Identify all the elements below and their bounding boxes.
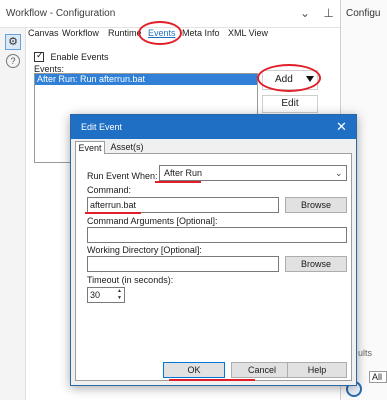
edit-button[interactable]: Edit bbox=[262, 95, 318, 113]
working-directory-label: Working Directory [Optional]: bbox=[87, 245, 202, 255]
run-event-when-select[interactable]: After Run bbox=[159, 165, 347, 181]
browse-directory-button[interactable]: Browse bbox=[285, 256, 347, 272]
help-icon[interactable]: ? bbox=[6, 54, 20, 68]
ok-button[interactable]: OK bbox=[163, 362, 225, 378]
enable-events-row[interactable]: Enable Events bbox=[34, 50, 109, 62]
close-icon[interactable]: ✕ bbox=[336, 119, 347, 135]
enable-events-checkbox[interactable] bbox=[34, 50, 44, 62]
tab-event[interactable]: Event bbox=[75, 141, 105, 154]
help-button[interactable]: Help bbox=[287, 362, 347, 378]
left-toolstrip bbox=[0, 28, 26, 400]
collapse-icon[interactable]: ⌄ bbox=[300, 6, 310, 20]
tab-workflow[interactable]: Workflow bbox=[62, 28, 99, 38]
annotation-underline-run-when bbox=[155, 181, 201, 183]
run-event-when-label: Run Event When: bbox=[87, 171, 158, 181]
spin-down-icon[interactable]: ▼ bbox=[117, 295, 122, 301]
tab-runtime[interactable]: Runtime bbox=[108, 28, 142, 38]
right-pane-all-button[interactable]: All bbox=[369, 371, 387, 383]
right-pane-title: Configu bbox=[346, 8, 381, 19]
working-directory-input[interactable] bbox=[87, 256, 279, 272]
browse-command-button[interactable]: Browse bbox=[285, 197, 347, 213]
chevron-down-icon[interactable]: ⌄ bbox=[335, 168, 343, 179]
spin-up-icon[interactable]: ▲ bbox=[117, 288, 122, 294]
timeout-label: Timeout (in seconds): bbox=[87, 275, 174, 285]
list-item[interactable]: After Run: Run afterrun.bat bbox=[35, 74, 257, 85]
tab-meta-info[interactable]: Meta Info bbox=[182, 28, 220, 38]
gear-icon[interactable]: ⚙ bbox=[5, 34, 21, 50]
panel-controls: ⌄ ⊥ bbox=[300, 6, 344, 20]
command-input[interactable]: afterrun.bat bbox=[87, 197, 279, 213]
tab-assets[interactable]: Asset(s) bbox=[107, 142, 147, 154]
command-arguments-input[interactable] bbox=[87, 227, 347, 243]
edit-event-dialog: Edit Event ✕ Event Asset(s) Run Event Wh… bbox=[70, 114, 357, 386]
panel-title: Workflow - Configuration bbox=[6, 8, 116, 19]
tab-xml-view[interactable]: XML View bbox=[228, 28, 268, 38]
pin-icon[interactable]: ⊥ bbox=[323, 6, 333, 20]
cancel-button[interactable]: Cancel bbox=[231, 362, 293, 378]
annotation-circle-add bbox=[257, 64, 321, 92]
annotation-underline-command bbox=[85, 212, 141, 214]
enable-events-label: Enable Events bbox=[50, 51, 109, 62]
annotation-circle-events bbox=[138, 21, 182, 45]
tab-canvas[interactable]: Canvas bbox=[28, 28, 59, 38]
annotation-underline-ok bbox=[169, 379, 255, 381]
command-label: Command: bbox=[87, 185, 132, 195]
dialog-title: Edit Event bbox=[81, 122, 123, 132]
command-arguments-label: Command Arguments [Optional]: bbox=[87, 216, 218, 226]
right-pane-results-text: ults bbox=[358, 348, 373, 358]
